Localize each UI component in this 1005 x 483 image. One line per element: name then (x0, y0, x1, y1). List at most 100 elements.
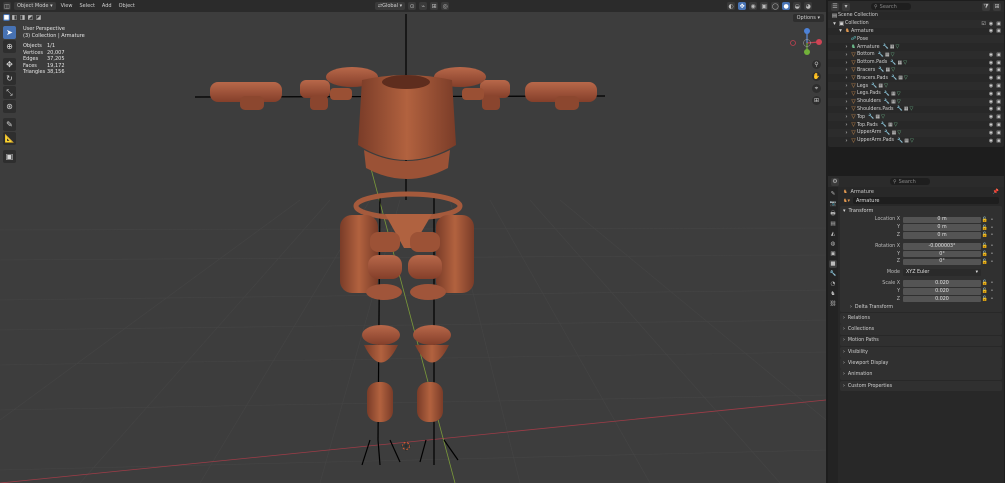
eye-icon[interactable]: ◉ (989, 28, 993, 34)
pin-icon[interactable]: 📌 (993, 189, 999, 195)
panel-custom-properties[interactable]: › Custom Properties (840, 380, 1002, 392)
transform-panel-header[interactable]: ▾ Transform (840, 206, 1002, 216)
expand-arrow-icon[interactable]: › (843, 75, 850, 81)
camera-render-icon[interactable]: ▣ (996, 28, 1001, 34)
mesh-data-icon[interactable]: ▽ (897, 99, 901, 105)
outliner-row-item[interactable]: › ▽ Shoulders.Pads 🔧 ▦ ▽ ◉ ▣ (828, 106, 1004, 114)
xray-icon[interactable]: ▣ (760, 2, 769, 10)
eye-icon[interactable]: ◉ (989, 106, 993, 112)
menu-view[interactable]: View (59, 3, 75, 9)
lock-icon[interactable]: 🔓 (981, 259, 989, 265)
panel-viewport-display[interactable]: › Viewport Display (840, 358, 1002, 369)
checkbox-icon[interactable]: ☑ (981, 21, 985, 27)
camera-render-icon[interactable]: ▣ (996, 75, 1001, 81)
eye-icon[interactable]: ◉ (989, 67, 993, 73)
outliner-search-input[interactable]: ⚲ Search (871, 3, 911, 10)
expand-arrow-icon[interactable]: › (843, 130, 850, 136)
vertex-groups-icon[interactable]: ▦ (904, 106, 909, 112)
select-subtract-icon[interactable]: ◨ (19, 14, 26, 21)
outliner-editor-icon[interactable]: ☰ (831, 2, 839, 11)
modifier-wrench-icon[interactable]: 🔧 (891, 75, 897, 81)
annotate-tool-icon[interactable]: ✎ (3, 118, 16, 131)
move-tool-icon[interactable]: ✥ (3, 58, 16, 71)
lock-icon[interactable]: 🔓 (981, 288, 989, 294)
scale-y-field[interactable]: 0.020 (903, 288, 981, 295)
mesh-data-icon[interactable]: ▽ (881, 114, 885, 120)
modifier-wrench-icon[interactable]: 🔧 (884, 130, 890, 136)
expand-arrow-icon[interactable]: › (843, 106, 850, 112)
pivot-icon[interactable]: ⊙ (408, 2, 417, 10)
camera-render-icon[interactable]: ▣ (996, 138, 1001, 144)
location-y-field[interactable]: 0 m (903, 224, 981, 231)
outliner-row-item[interactable]: › ▽ Shoulders 🔧 ▦ ▽ ◉ ▣ (828, 97, 1004, 106)
expand-arrow-icon[interactable]: › (843, 99, 850, 105)
outliner-row-item[interactable]: › ▽ Top.Pads 🔧 ▦ ▽ ◉ ▣ (828, 121, 1004, 129)
vertex-groups-icon[interactable]: ▦ (878, 83, 883, 89)
outliner-row-item[interactable]: ☍ Pose (828, 35, 1004, 44)
properties-search-input[interactable]: ⚲ Search (890, 178, 930, 185)
scale-tool-icon[interactable]: ⤡ (3, 86, 16, 99)
scene-canvas[interactable] (0, 0, 826, 483)
panel-collections[interactable]: › Collections (840, 324, 1002, 335)
eye-icon[interactable]: ◉ (989, 130, 993, 136)
modifier-wrench-icon[interactable]: 🔧 (881, 122, 887, 128)
camera-render-icon[interactable]: ▣ (996, 60, 1001, 66)
mesh-data-icon[interactable]: ▽ (896, 44, 900, 50)
eye-icon[interactable]: ◉ (989, 91, 993, 97)
select-new-icon[interactable]: ■ (3, 14, 10, 21)
lock-icon[interactable]: 🔓 (981, 217, 989, 223)
editor-type-icon[interactable]: ◫ (3, 2, 11, 10)
gizmo-toggle-icon[interactable]: ✥ (738, 2, 747, 10)
delta-transform-subpanel[interactable]: › Delta Transform (840, 303, 1002, 312)
vertex-groups-icon[interactable]: ▦ (875, 114, 880, 120)
select-intersect-icon[interactable]: ◪ (35, 14, 42, 21)
pan-hand-icon[interactable]: ✋ (812, 72, 821, 81)
location-z-field[interactable]: 0 m (903, 232, 981, 239)
render-tab-icon[interactable]: 📷 (829, 200, 837, 208)
modifier-wrench-icon[interactable]: 🔧 (883, 44, 889, 50)
outliner-row-item[interactable]: › ▽ Legs.Pads 🔧 ▦ ▽ ◉ ▣ (828, 90, 1004, 98)
3d-viewport[interactable]: ◫ Object Mode ▾ View Select Add Object ⇄… (0, 0, 826, 483)
mesh-data-icon[interactable]: ▽ (891, 67, 895, 73)
shading-rendered-icon[interactable]: ◕ (804, 2, 813, 10)
modifiers-tab-icon[interactable]: 🔧 (829, 270, 837, 278)
properties-editor-icon[interactable]: ⚙ (831, 177, 839, 186)
transform-tool-icon[interactable]: ⊛ (3, 100, 16, 113)
keyframe-icon[interactable]: • (989, 280, 995, 286)
expand-arrow-icon[interactable]: › (843, 44, 850, 50)
outliner-row-item[interactable]: › ▽ Bracers.Pads 🔧 ▦ ▽ ◉ ▣ (828, 74, 1004, 82)
view-layer-tab-icon[interactable]: ▤ (829, 220, 837, 228)
outliner-row-item[interactable]: › ▽ Legs 🔧 ▦ ▽ ◉ ▣ (828, 82, 1004, 90)
rotation-y-field[interactable]: 0° (903, 250, 981, 258)
outliner-row-scene-collection[interactable]: ▤ Scene Collection (828, 12, 1004, 20)
keyframe-icon[interactable]: • (989, 288, 995, 294)
lock-icon[interactable]: 🔓 (981, 225, 989, 231)
outliner-row-item[interactable]: › ▽ Bracers 🔧 ▦ ▽ ◉ ▣ (828, 66, 1004, 75)
scale-x-field[interactable]: 0.020 (903, 280, 981, 287)
menu-add[interactable]: Add (100, 3, 114, 9)
vertex-groups-icon[interactable]: ▦ (885, 52, 890, 58)
mesh-data-icon[interactable]: ▽ (910, 106, 914, 112)
world-tab-icon[interactable]: ◍ (829, 240, 837, 248)
modifier-wrench-icon[interactable]: 🔧 (897, 106, 903, 112)
menu-select[interactable]: Select (77, 3, 96, 9)
select-invert-icon[interactable]: ◩ (27, 14, 34, 21)
panel-animation[interactable]: › Animation (840, 369, 1002, 381)
vertex-groups-icon[interactable]: ▦ (891, 99, 896, 105)
menu-object[interactable]: Object (117, 3, 137, 9)
object-tab-icon[interactable]: ■ (829, 260, 837, 268)
vertex-groups-icon[interactable]: ▦ (891, 91, 896, 97)
camera-render-icon[interactable]: ▣ (996, 122, 1001, 128)
eye-icon[interactable]: ◉ (989, 114, 993, 120)
camera-render-icon[interactable]: ▣ (996, 83, 1001, 89)
eye-icon[interactable]: ◉ (989, 52, 993, 58)
panel-relations[interactable]: › Relations (840, 312, 1002, 324)
keyframe-icon[interactable]: • (989, 217, 995, 223)
lock-icon[interactable]: 🔓 (981, 232, 989, 238)
mesh-data-icon[interactable]: ▽ (897, 130, 901, 136)
add-cube-tool-icon[interactable]: ▣ (3, 150, 16, 163)
rotation-mode-dropdown[interactable]: XYZ Euler ▾ (903, 269, 981, 276)
outliner-row-item[interactable]: › ▽ Bottom.Pads 🔧 ▦ ▽ ◉ ▣ (828, 59, 1004, 67)
scale-z-field[interactable]: 0.020 (903, 295, 981, 303)
camera-render-icon[interactable]: ▣ (996, 114, 1001, 120)
